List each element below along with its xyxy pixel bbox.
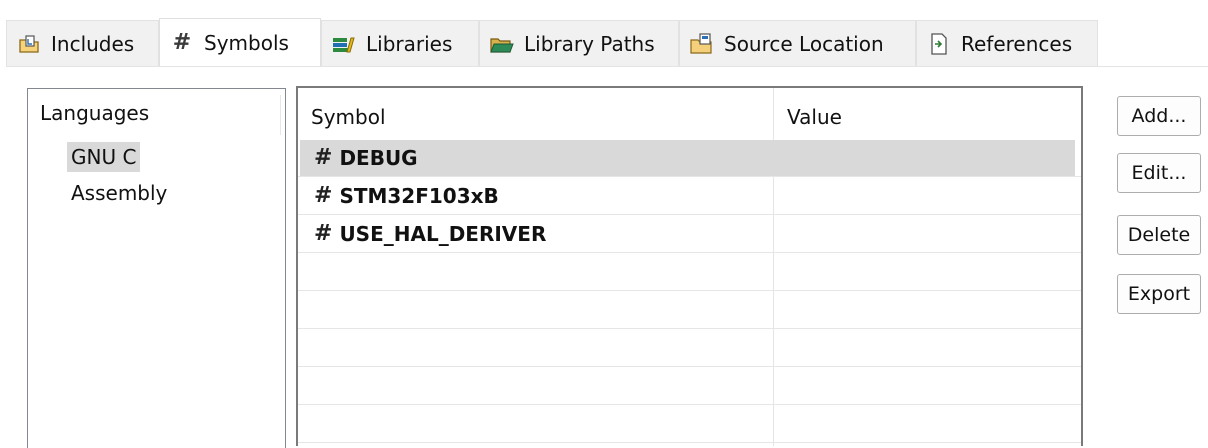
empty-table-row	[298, 253, 1081, 291]
references-icon	[927, 32, 951, 56]
language-item-assembly[interactable]: Assembly	[67, 178, 171, 208]
symbols-table: Symbol Value # DEBUG # STM32F103xB # USE…	[296, 86, 1083, 446]
symbol-name: USE_HAL_DERIVER	[339, 221, 547, 246]
tab-label: Symbols	[204, 30, 289, 55]
column-header-symbol[interactable]: Symbol	[298, 88, 773, 138]
symbol-cell: # STM32F103xB	[314, 183, 499, 208]
tab-library-paths[interactable]: Library Paths	[479, 20, 679, 66]
hash-icon: #	[314, 221, 333, 246]
table-row[interactable]: # DEBUG	[298, 139, 1081, 177]
tab-label: Libraries	[366, 31, 453, 56]
column-header-value[interactable]: Value	[774, 88, 1074, 138]
hash-icon: #	[172, 30, 192, 55]
language-item-gnu-c[interactable]: GNU C	[67, 142, 141, 172]
empty-table-row	[298, 291, 1081, 329]
hash-icon: #	[314, 183, 333, 208]
tab-strip: Includes # Symbols Libraries Library Pat…	[6, 18, 1208, 68]
export-button[interactable]: Export	[1117, 274, 1201, 314]
symbol-name: STM32F103xB	[339, 183, 499, 208]
folder-icon	[490, 32, 514, 56]
empty-table-row	[298, 329, 1081, 367]
source-folder-icon	[690, 32, 714, 56]
empty-table-row	[298, 367, 1081, 405]
tab-symbols[interactable]: # Symbols	[159, 18, 321, 66]
tab-references[interactable]: References	[916, 20, 1098, 66]
tab-label: Includes	[51, 31, 135, 56]
symbol-cell: # USE_HAL_DERIVER	[314, 221, 546, 246]
languages-list: Languages GNU C Assembly	[27, 88, 286, 448]
tab-includes[interactable]: Includes	[6, 20, 159, 66]
tab-label: Library Paths	[524, 31, 655, 56]
symbol-cell: # DEBUG	[314, 145, 418, 170]
tab-label: References	[961, 31, 1073, 56]
delete-button[interactable]: Delete	[1117, 215, 1201, 255]
empty-table-row	[298, 405, 1081, 443]
tab-libraries[interactable]: Libraries	[321, 20, 479, 66]
edit-button[interactable]: Edit...	[1117, 153, 1201, 193]
add-button[interactable]: Add...	[1117, 96, 1201, 136]
header-separator	[280, 95, 281, 135]
tab-strip-divider	[6, 66, 1208, 67]
table-row[interactable]: # STM32F103xB	[298, 177, 1081, 215]
tab-source-location[interactable]: Source Location	[679, 20, 916, 66]
tab-label: Source Location	[724, 31, 884, 56]
hash-icon: #	[314, 145, 333, 170]
symbol-name: DEBUG	[339, 145, 418, 170]
languages-header: Languages	[40, 101, 150, 125]
table-row[interactable]: # USE_HAL_DERIVER	[298, 215, 1081, 253]
libraries-icon	[332, 32, 356, 56]
includes-icon	[17, 32, 41, 56]
